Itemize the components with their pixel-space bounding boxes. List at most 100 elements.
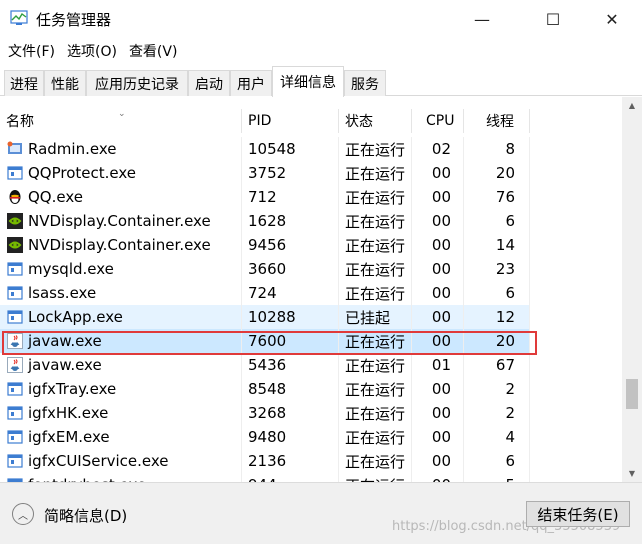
cell-cpu: 00: [412, 185, 464, 209]
cell-status: 正在运行: [339, 233, 412, 257]
cell-status: 正在运行: [339, 401, 412, 425]
menu-view[interactable]: 查看(V): [125, 41, 182, 61]
table-row[interactable]: QQ.exe 712 正在运行 00 76: [0, 185, 622, 209]
menu-file[interactable]: 文件(F): [4, 41, 59, 61]
cell-cpu: 00: [412, 401, 464, 425]
minimize-icon: —: [474, 9, 490, 29]
scroll-down-arrow-icon[interactable]: ▼: [622, 465, 642, 482]
cell-cpu: 00: [412, 377, 464, 401]
vertical-scrollbar[interactable]: ▲ ▼: [622, 97, 642, 482]
cell-threads: 2: [464, 377, 530, 401]
cell-name: igfxEM.exe: [0, 425, 242, 449]
tab-users[interactable]: 用户: [230, 70, 272, 96]
cell-status: 正在运行: [339, 185, 412, 209]
cell-status: 正在运行: [339, 161, 412, 185]
table-row[interactable]: NVDisplay.Container.exe 1628 正在运行 00 6: [0, 209, 622, 233]
cell-pid: 3660: [242, 257, 339, 281]
cell-name: Radmin.exe: [0, 137, 242, 161]
chevron-up-circle-icon[interactable]: ︿: [12, 503, 34, 525]
tab-performance[interactable]: 性能: [44, 70, 86, 96]
cell-status: 已挂起: [339, 305, 412, 329]
table-row[interactable]: javaw.exe 7600 正在运行 00 20: [0, 329, 622, 353]
cell-pid: 3268: [242, 401, 339, 425]
cell-name: LockApp.exe: [0, 305, 242, 329]
tab-processes[interactable]: 进程: [4, 70, 44, 96]
cell-status: 正在运行: [339, 329, 412, 353]
tab-services[interactable]: 服务: [344, 70, 386, 96]
cell-threads: 12: [464, 305, 530, 329]
cell-threads: 4: [464, 425, 530, 449]
cell-cpu: 00: [412, 233, 464, 257]
cell-pid: 7600: [242, 329, 339, 353]
cell-cpu: 02: [412, 137, 464, 161]
cell-status: 正在运行: [339, 473, 412, 482]
cell-status: 正在运行: [339, 377, 412, 401]
tab-app-history[interactable]: 应用历史记录: [86, 70, 188, 96]
table-row[interactable]: javaw.exe 5436 正在运行 01 67: [0, 353, 622, 377]
cell-threads: 2: [464, 401, 530, 425]
column-header-status[interactable]: 状态: [339, 109, 412, 133]
minimize-button[interactable]: —: [459, 0, 505, 38]
tab-details[interactable]: 详细信息: [272, 66, 344, 97]
end-task-button[interactable]: 结束任务(E): [526, 501, 630, 527]
cell-threads: 6: [464, 449, 530, 473]
cell-name: QQProtect.exe: [0, 161, 242, 185]
cell-cpu: 00: [412, 305, 464, 329]
title-bar: 任务管理器 — ☐ ✕: [0, 0, 642, 38]
table-row[interactable]: QQProtect.exe 3752 正在运行 00 20: [0, 161, 622, 185]
cell-threads: 23: [464, 257, 530, 281]
table-row[interactable]: Radmin.exe 10548 正在运行 02 8: [0, 137, 622, 161]
column-header-pid[interactable]: PID: [242, 109, 339, 133]
cell-name: lsass.exe: [0, 281, 242, 305]
table-row[interactable]: igfxEM.exe 9480 正在运行 00 4: [0, 425, 622, 449]
column-header-cpu[interactable]: CPU: [412, 109, 464, 133]
cell-threads: 5: [464, 473, 530, 482]
cell-status: 正在运行: [339, 281, 412, 305]
cell-name: igfxTray.exe: [0, 377, 242, 401]
cell-cpu: 00: [412, 473, 464, 482]
cell-pid: 1628: [242, 209, 339, 233]
scroll-up-arrow-icon[interactable]: ▲: [622, 97, 642, 114]
cell-status: 正在运行: [339, 449, 412, 473]
cell-cpu: 00: [412, 425, 464, 449]
cell-name: igfxHK.exe: [0, 401, 242, 425]
table-row[interactable]: fontdrvhost.exe944正在运行005: [0, 473, 622, 482]
table-row[interactable]: igfxHK.exe 3268 正在运行 00 2: [0, 401, 622, 425]
cell-pid: 9480: [242, 425, 339, 449]
cell-pid: 724: [242, 281, 339, 305]
table-row[interactable]: lsass.exe 724 正在运行 00 6: [0, 281, 622, 305]
close-button[interactable]: ✕: [589, 0, 635, 38]
menu-options[interactable]: 选项(O): [63, 41, 121, 61]
table-row[interactable]: igfxTray.exe 8548 正在运行 00 2: [0, 377, 622, 401]
column-header-name[interactable]: 名称: [0, 109, 242, 133]
cell-cpu: 00: [412, 257, 464, 281]
scrollbar-thumb[interactable]: [626, 379, 638, 409]
maximize-button[interactable]: ☐: [530, 0, 576, 38]
cell-cpu: 00: [412, 161, 464, 185]
cell-status: 正在运行: [339, 209, 412, 233]
cell-pid: 3752: [242, 161, 339, 185]
tab-startup[interactable]: 启动: [188, 70, 230, 96]
cell-name: NVDisplay.Container.exe: [0, 209, 242, 233]
cell-threads: 6: [464, 281, 530, 305]
cell-threads: 8: [464, 137, 530, 161]
cell-status: 正在运行: [339, 353, 412, 377]
task-manager-icon: [10, 10, 28, 25]
cell-cpu: 01: [412, 353, 464, 377]
cell-name: javaw.exe: [0, 329, 242, 353]
cell-cpu: 00: [412, 449, 464, 473]
cell-cpu: 00: [412, 329, 464, 353]
cell-name: javaw.exe: [0, 353, 242, 377]
cell-pid: 10288: [242, 305, 339, 329]
maximize-icon: ☐: [545, 9, 561, 29]
table-row[interactable]: igfxCUIService.exe 2136 正在运行 00 6: [0, 449, 622, 473]
cell-pid: 2136: [242, 449, 339, 473]
cell-status: 正在运行: [339, 257, 412, 281]
menu-bar: 文件(F) 选项(O) 查看(V): [0, 38, 642, 64]
table-row[interactable]: LockApp.exe 10288 已挂起 00 12: [0, 305, 622, 329]
column-header-threads[interactable]: 线程: [464, 109, 530, 133]
fewer-details-link[interactable]: 简略信息(D): [44, 505, 127, 526]
table-row[interactable]: mysqld.exe 3660 正在运行 00 23: [0, 257, 622, 281]
cell-name: mysqld.exe: [0, 257, 242, 281]
table-row[interactable]: NVDisplay.Container.exe 9456 正在运行 00 14: [0, 233, 622, 257]
